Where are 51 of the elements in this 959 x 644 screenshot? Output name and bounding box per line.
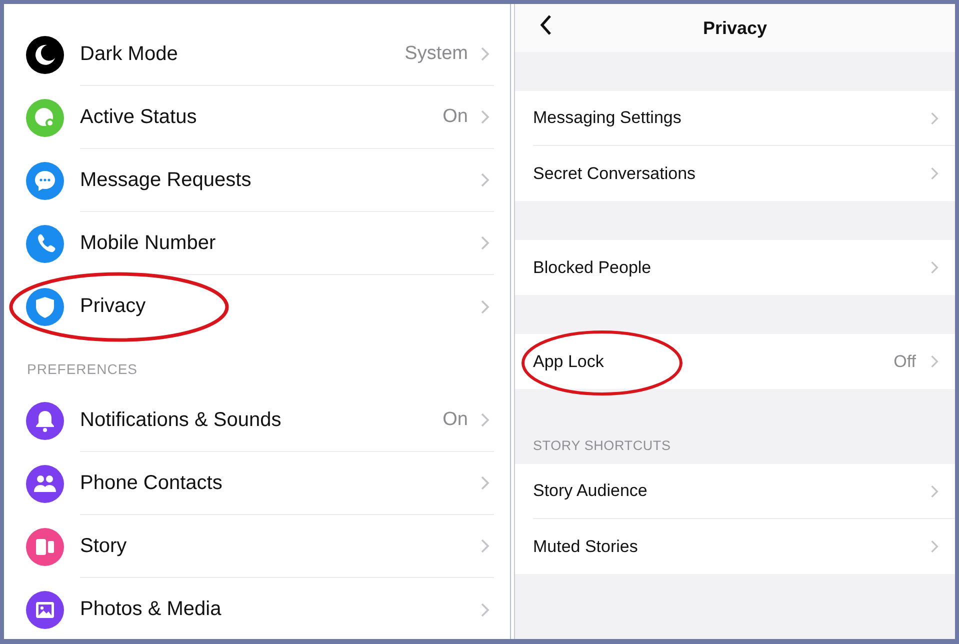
item-label: Blocked People [533, 258, 652, 278]
chevron-icon [480, 475, 490, 491]
item-value: On [442, 409, 468, 431]
settings-item[interactable]: Secret Conversations [533, 146, 955, 201]
section-header: STORY SHORTCUTS [533, 438, 671, 453]
item-label: App Lock [533, 352, 605, 372]
item-value: On [442, 106, 468, 128]
chevron-icon [480, 172, 490, 188]
chevron-icon [930, 110, 939, 126]
item-label: Active Status [80, 106, 198, 128]
chevron-icon [930, 166, 939, 181]
chevron-icon [480, 538, 490, 554]
item-label: Story Audience [533, 481, 648, 501]
item-label: Phone Contacts [80, 472, 224, 494]
settings-item[interactable]: Photos & Media [4, 578, 510, 639]
settings-item[interactable]: Privacy [4, 275, 510, 338]
item-label: Dark Mode [80, 42, 179, 66]
item-value: Off [894, 352, 916, 372]
chevron-icon [930, 354, 939, 369]
settings-item[interactable]: Mobile Number [4, 212, 510, 275]
chevron-icon [930, 539, 939, 554]
chevron-icon [480, 602, 490, 618]
settings-item[interactable]: Messaging Settings [533, 91, 955, 146]
item-label: Mobile Number [80, 232, 217, 254]
back-icon[interactable] [539, 14, 553, 36]
chevron-icon [480, 109, 490, 125]
item-label: Secret Conversations [533, 164, 697, 184]
settings-item[interactable]: Message Requests [4, 149, 510, 212]
settings-item[interactable]: Story Audience [533, 464, 955, 519]
chevron-icon [480, 235, 490, 251]
item-label: Notifications & Sounds [80, 408, 282, 432]
settings-item[interactable]: Phone Contacts [4, 452, 510, 515]
item-label: Privacy [80, 295, 147, 318]
chevron-icon [480, 46, 490, 62]
chevron-icon [480, 298, 490, 314]
chevron-icon [930, 260, 939, 275]
item-value: System [404, 43, 468, 65]
chevron-icon [930, 484, 939, 498]
chevron-icon [480, 412, 490, 428]
settings-item[interactable]: Muted Stories [533, 519, 955, 574]
settings-item[interactable]: Notifications & Sounds On [4, 389, 510, 452]
settings-item[interactable]: Dark Mode System [4, 23, 510, 86]
section-header: PREFERENCES [27, 361, 138, 377]
item-label: Message Requests [80, 168, 252, 192]
item-label: Muted Stories [533, 536, 639, 556]
settings-item[interactable]: Active Status On [4, 86, 510, 149]
settings-item[interactable]: Story [4, 515, 510, 578]
screen-title: Privacy [702, 18, 768, 38]
item-label: Story [80, 534, 128, 558]
item-label: Messaging Settings [533, 108, 682, 128]
item-label: Photos & Media [80, 598, 222, 621]
